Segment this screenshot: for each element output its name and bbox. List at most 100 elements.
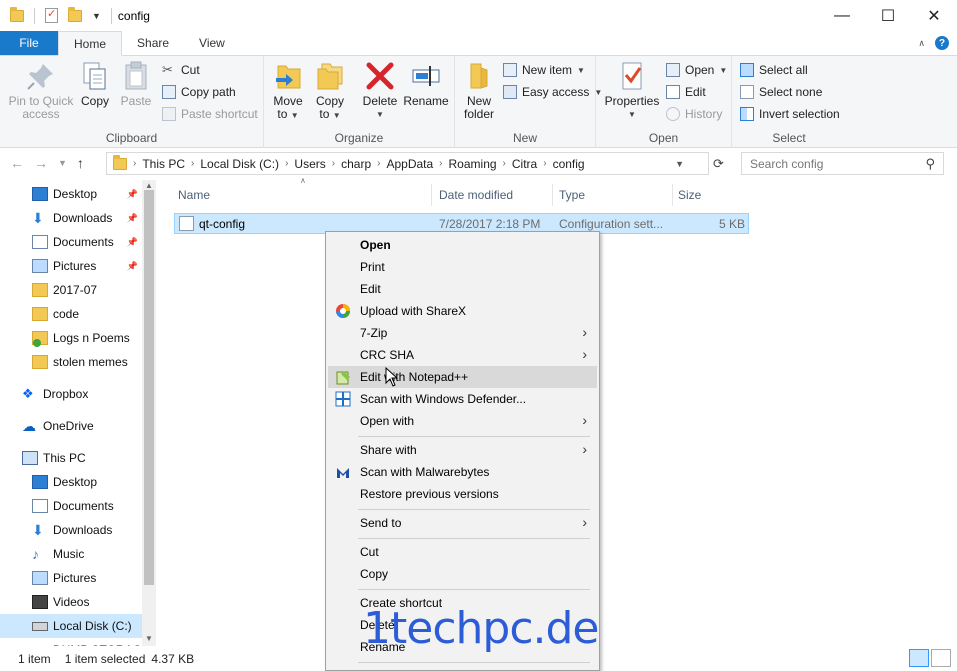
sidebar-item-code[interactable]: code <box>0 302 142 326</box>
breadcrumb-charp[interactable]: charp <box>341 157 371 171</box>
sidebar-item-music[interactable]: ♪ Music <box>0 542 142 566</box>
scrollbar-thumb[interactable] <box>144 190 154 585</box>
sidebar-item-documents[interactable]: Documents <box>0 494 142 518</box>
menu-item-open-with[interactable]: Open with › <box>328 410 597 432</box>
menu-item-7zip[interactable]: 7-Zip › <box>328 322 597 344</box>
select-all-button[interactable]: Select all <box>740 60 808 80</box>
chevron-right-icon[interactable]: › <box>133 158 136 169</box>
sidebar-item-local-disk-c-[interactable]: Local Disk (C:) <box>0 614 142 638</box>
menu-item-open[interactable]: Open <box>328 234 597 256</box>
tab-share[interactable]: Share <box>122 31 184 55</box>
sidebar-item-dump-storage[interactable]: DUMP STORAGE <box>0 638 150 646</box>
properties-button[interactable]: Properties ▼ <box>604 60 660 121</box>
back-arrow-icon[interactable]: ← <box>10 155 24 171</box>
menu-item-send-to[interactable]: Send to › <box>328 512 597 534</box>
breadcrumb-this-pc[interactable]: This PC <box>142 157 185 171</box>
search-input[interactable]: Search config ⚲ <box>741 152 944 175</box>
cut-button[interactable]: ✂ Cut <box>162 60 200 80</box>
menu-item-sharex[interactable]: Upload with ShareX <box>328 300 597 322</box>
breadcrumb-users[interactable]: Users <box>294 157 325 171</box>
sidebar-item-desktop[interactable]: Desktop <box>0 470 142 494</box>
menu-item-crc-sha[interactable]: CRC SHA › <box>328 344 597 366</box>
copy-path-button[interactable]: Copy path <box>162 82 236 102</box>
scroll-down-icon[interactable]: ▼ <box>145 634 153 643</box>
menu-item-share-with[interactable]: Share with › <box>328 439 597 461</box>
menu-item-cut[interactable]: Cut <box>328 541 597 563</box>
menu-item-defender[interactable]: Scan with Windows Defender... <box>328 388 597 410</box>
new-folder-button[interactable]: New folder <box>461 60 497 121</box>
breadcrumb-citra[interactable]: Citra <box>512 157 537 171</box>
paste-button[interactable]: Paste <box>118 60 154 108</box>
select-none-button[interactable]: Select none <box>740 82 822 102</box>
tab-home[interactable]: Home <box>58 31 123 56</box>
large-icons-view-icon[interactable] <box>931 649 951 667</box>
new-item-button[interactable]: New item ▼ <box>503 60 585 80</box>
sidebar-item-2017-07[interactable]: 2017-07 <box>0 278 142 302</box>
breadcrumb-local-disk[interactable]: Local Disk (C:) <box>200 157 279 171</box>
chevron-right-icon[interactable]: › <box>377 158 380 169</box>
sidebar-item-desktop[interactable]: Desktop 📌 <box>0 182 142 206</box>
sidebar-item-stolen-memes[interactable]: stolen memes <box>0 350 142 374</box>
rename-button[interactable]: Rename <box>403 60 449 108</box>
chevron-right-icon[interactable]: › <box>332 158 335 169</box>
open-button[interactable]: Open ▼ <box>666 60 727 80</box>
nav-scrollbar[interactable]: ▲ ▼ <box>142 180 156 646</box>
easy-access-button[interactable]: Easy access ▼ <box>503 82 602 102</box>
collapse-ribbon-icon[interactable]: ∧ <box>918 38 925 49</box>
pin-to-quick-access-button[interactable]: Pin to Quick access <box>6 60 76 121</box>
column-header-date[interactable]: Date modified <box>433 184 553 206</box>
details-view-icon[interactable] <box>909 649 929 667</box>
column-header-name[interactable]: Name <box>172 184 432 206</box>
tab-file[interactable]: File <box>0 31 58 55</box>
menu-item-copy[interactable]: Copy <box>328 563 597 585</box>
sidebar-item-downloads[interactable]: ⬇ Downloads <box>0 518 142 542</box>
sidebar-item-downloads[interactable]: ⬇ Downloads 📌 <box>0 206 142 230</box>
column-header-type[interactable]: Type <box>553 184 673 206</box>
edit-button[interactable]: Edit <box>666 82 706 102</box>
menu-item-edit-notepad[interactable]: Edit with Notepad++ <box>328 366 597 388</box>
sidebar-item-dropbox[interactable]: ❖ Dropbox <box>0 382 142 406</box>
sidebar-item-pictures[interactable]: Pictures <box>0 566 142 590</box>
chevron-right-icon[interactable]: › <box>285 158 288 169</box>
column-header-size[interactable]: Size <box>672 184 750 206</box>
menu-item-edit[interactable]: Edit <box>328 278 597 300</box>
help-icon[interactable]: ? <box>935 36 949 50</box>
chevron-right-icon[interactable]: › <box>191 158 194 169</box>
breadcrumb-roaming[interactable]: Roaming <box>449 157 497 171</box>
address-bar[interactable]: › This PC › Local Disk (C:) › Users › ch… <box>106 152 709 175</box>
scroll-up-icon[interactable]: ▲ <box>145 181 153 190</box>
invert-selection-button[interactable]: Invert selection <box>740 104 840 124</box>
copy-button[interactable]: Copy <box>78 60 112 108</box>
menu-item-print[interactable]: Print <box>328 256 597 278</box>
minimize-button[interactable]: — <box>819 0 865 31</box>
recent-locations-chevron-icon[interactable]: ▼ <box>58 158 67 171</box>
sidebar-item-this-pc[interactable]: This PC <box>0 446 142 470</box>
close-button[interactable]: ✕ <box>911 0 957 31</box>
breadcrumb-appdata[interactable]: AppData <box>386 157 433 171</box>
new-folder-icon[interactable] <box>68 6 82 22</box>
properties-icon[interactable] <box>45 7 58 23</box>
forward-arrow-icon[interactable]: → <box>34 155 48 171</box>
refresh-icon[interactable]: ⟳ <box>713 156 724 172</box>
sidebar-item-onedrive[interactable]: ☁ OneDrive <box>0 414 142 438</box>
sidebar-item-logs-n-poems[interactable]: Logs n Poems <box>0 326 142 350</box>
copy-to-button[interactable]: Copy to ▼ <box>312 60 348 122</box>
chevron-right-icon[interactable]: › <box>543 158 546 169</box>
chevron-right-icon[interactable]: › <box>439 158 442 169</box>
chevron-right-icon[interactable]: › <box>503 158 506 169</box>
up-arrow-icon[interactable]: ↑ <box>77 155 84 171</box>
menu-item-restore-versions[interactable]: Restore previous versions <box>328 483 597 505</box>
address-dropdown-icon[interactable]: ▼ <box>675 159 684 169</box>
breadcrumb-config[interactable]: config <box>553 157 585 171</box>
tab-view[interactable]: View <box>184 31 240 55</box>
sidebar-item-pictures[interactable]: Pictures 📌 <box>0 254 142 278</box>
menu-item-malwarebytes[interactable]: Scan with Malwarebytes <box>328 461 597 483</box>
sidebar-item-documents[interactable]: Documents 📌 <box>0 230 142 254</box>
sidebar-item-videos[interactable]: Videos <box>0 590 142 614</box>
paste-shortcut-button[interactable]: Paste shortcut <box>162 104 258 124</box>
move-to-button[interactable]: Move to ▼ <box>270 60 306 122</box>
search-icon[interactable]: ⚲ <box>925 156 935 172</box>
history-button[interactable]: History <box>666 104 722 124</box>
delete-button[interactable]: Delete ▼ <box>360 60 400 121</box>
maximize-button[interactable]: ☐ <box>865 0 911 31</box>
